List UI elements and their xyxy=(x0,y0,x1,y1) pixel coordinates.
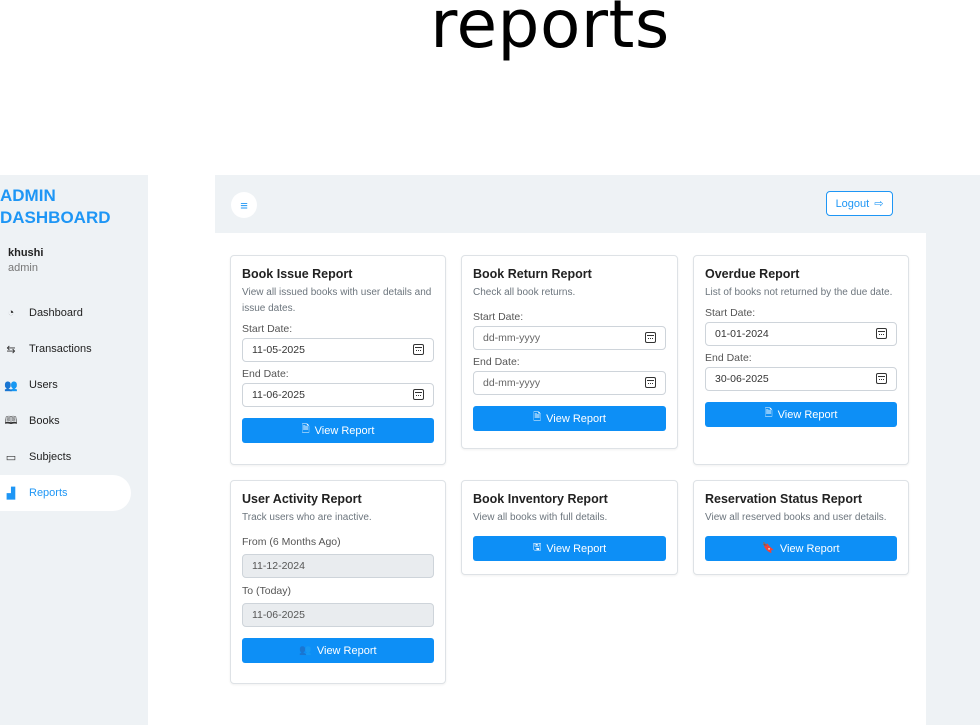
view-activity-report-button[interactable]: 👥 View Report xyxy=(242,638,434,663)
end-date-input[interactable]: 11-06-2025 xyxy=(242,383,434,407)
start-date-label: Start Date: xyxy=(242,323,293,335)
start-date-value: 11-05-2025 xyxy=(252,344,305,356)
book-inventory-report-card: Book Inventory Report View all books wit… xyxy=(461,480,678,575)
bar-chart-icon: ▟ xyxy=(6,487,16,500)
bookmark-icon: 🔖 xyxy=(762,543,775,554)
calendar-icon[interactable] xyxy=(413,344,424,355)
view-issue-report-button[interactable]: 🗎 View Report xyxy=(242,418,434,443)
start-date-placeholder: dd-mm-yyyy xyxy=(483,332,541,344)
logout-button[interactable]: Logout ⇨ xyxy=(826,191,893,216)
view-reservation-report-button[interactable]: 🔖 View Report xyxy=(705,536,897,561)
end-date-label: End Date: xyxy=(473,356,520,368)
users-icon: 👥 xyxy=(4,379,18,392)
from-date-field: 11-12-2024 xyxy=(242,554,434,578)
button-label: View Report xyxy=(777,408,838,421)
end-date-placeholder: dd-mm-yyyy xyxy=(483,377,541,389)
sidebar-item-label: Books xyxy=(29,415,60,427)
button-label: View Report xyxy=(546,542,607,555)
save-icon: 🖫 xyxy=(532,542,542,553)
start-date-label: Start Date: xyxy=(705,307,756,319)
sidebar-item-label: Reports xyxy=(29,487,68,499)
to-date-value: 11-06-2025 xyxy=(252,609,305,621)
end-date-label: End Date: xyxy=(242,368,289,380)
reservation-status-report-card: Reservation Status Report View all reser… xyxy=(693,480,909,575)
card-description: View all reserved books and user details… xyxy=(705,512,887,523)
start-date-label: Start Date: xyxy=(473,311,524,323)
view-inventory-report-button[interactable]: 🖫 View Report xyxy=(473,536,666,561)
card-description: View all issued books with user details … xyxy=(242,287,432,314)
file-icon: 🗎 xyxy=(301,424,310,435)
sidebar-item-books[interactable]: 🕮 Books xyxy=(0,403,148,439)
from-date-label: From (6 Months Ago) xyxy=(242,536,341,548)
card-description: List of books not returned by the due da… xyxy=(705,287,893,298)
card-title: User Activity Report xyxy=(242,492,362,506)
card-title: Book Issue Report xyxy=(242,267,353,281)
end-date-input[interactable]: dd-mm-yyyy xyxy=(473,371,666,395)
end-date-value: 30-06-2025 xyxy=(715,373,769,385)
gauge-icon: ◔ xyxy=(7,307,15,319)
logout-label: Logout xyxy=(835,197,870,210)
sidebar-item-users[interactable]: 👥 Users xyxy=(0,367,148,403)
logout-icon: ⇨ xyxy=(874,198,884,210)
from-date-value: 11-12-2024 xyxy=(252,560,305,572)
card-title: Reservation Status Report xyxy=(705,492,862,506)
hamburger-icon[interactable]: ≡ xyxy=(231,192,257,218)
view-overdue-report-button[interactable]: 🗎 View Report xyxy=(705,402,897,427)
sidebar-item-label: Dashboard xyxy=(29,307,83,319)
button-label: View Report xyxy=(316,644,377,657)
card-title: Book Inventory Report xyxy=(473,492,608,506)
end-date-label: End Date: xyxy=(705,352,752,364)
book-issue-report-card: Book Issue Report View all issued books … xyxy=(230,255,446,465)
calendar-icon[interactable] xyxy=(876,328,887,339)
overdue-report-card: Overdue Report List of books not returne… xyxy=(693,255,909,465)
card-description: Track users who are inactive. xyxy=(242,512,372,523)
start-date-value: 01-01-2024 xyxy=(715,328,769,340)
button-label: View Report xyxy=(546,412,606,425)
start-date-input[interactable]: 11-05-2025 xyxy=(242,338,434,362)
end-date-input[interactable]: 30-06-2025 xyxy=(705,367,897,391)
button-label: View Report xyxy=(779,542,840,555)
card-description: Check all book returns. xyxy=(473,287,576,298)
calendar-icon[interactable] xyxy=(876,373,887,384)
top-bar: ≡ Logout ⇨ xyxy=(215,175,980,233)
user-activity-report-card: User Activity Report Track users who are… xyxy=(230,480,446,684)
sidebar-item-dashboard[interactable]: ◔ Dashboard xyxy=(0,295,148,331)
sidebar-item-subjects[interactable]: ▭ Subjects xyxy=(0,439,148,475)
file-icon: 🗎 xyxy=(533,412,542,423)
sidebar-nav: ◔ Dashboard ⇆ Transactions 👥 Users 🕮 Boo… xyxy=(0,295,148,511)
card-title: Book Return Report xyxy=(473,267,592,281)
swap-icon: ⇆ xyxy=(6,343,16,356)
users-icon: 👥 xyxy=(299,645,312,656)
sidebar-item-reports[interactable]: ▟ Reports xyxy=(0,475,131,511)
slide-title: reports xyxy=(430,0,670,63)
box-icon: ▭ xyxy=(5,451,17,464)
button-label: View Report xyxy=(314,424,375,437)
to-date-label: To (Today) xyxy=(242,585,292,597)
right-gutter xyxy=(926,233,980,725)
start-date-input[interactable]: dd-mm-yyyy xyxy=(473,326,666,350)
book-return-report-card: Book Return Report Check all book return… xyxy=(461,255,678,449)
view-return-report-button[interactable]: 🗎 View Report xyxy=(473,406,666,431)
end-date-value: 11-06-2025 xyxy=(252,389,305,401)
sidebar-item-label: Users xyxy=(29,379,58,391)
card-description: View all books with full details. xyxy=(473,512,608,523)
brand-title: ADMIN DASHBOARD xyxy=(0,186,111,227)
user-name: khushi xyxy=(8,247,44,259)
sidebar-item-label: Subjects xyxy=(29,451,72,463)
book-icon: 🕮 xyxy=(4,414,18,427)
card-title: Overdue Report xyxy=(705,267,800,281)
calendar-icon[interactable] xyxy=(413,389,424,400)
start-date-input[interactable]: 01-01-2024 xyxy=(705,322,897,346)
sidebar-item-transactions[interactable]: ⇆ Transactions xyxy=(0,331,148,367)
calendar-icon[interactable] xyxy=(645,332,656,343)
file-icon: 🗎 xyxy=(764,408,773,419)
sidebar: ADMIN DASHBOARD khushi admin ◔ Dashboard… xyxy=(0,175,148,725)
to-date-field: 11-06-2025 xyxy=(242,603,434,627)
sidebar-item-label: Transactions xyxy=(29,343,92,355)
calendar-icon[interactable] xyxy=(645,377,656,388)
user-role: admin xyxy=(8,262,38,274)
